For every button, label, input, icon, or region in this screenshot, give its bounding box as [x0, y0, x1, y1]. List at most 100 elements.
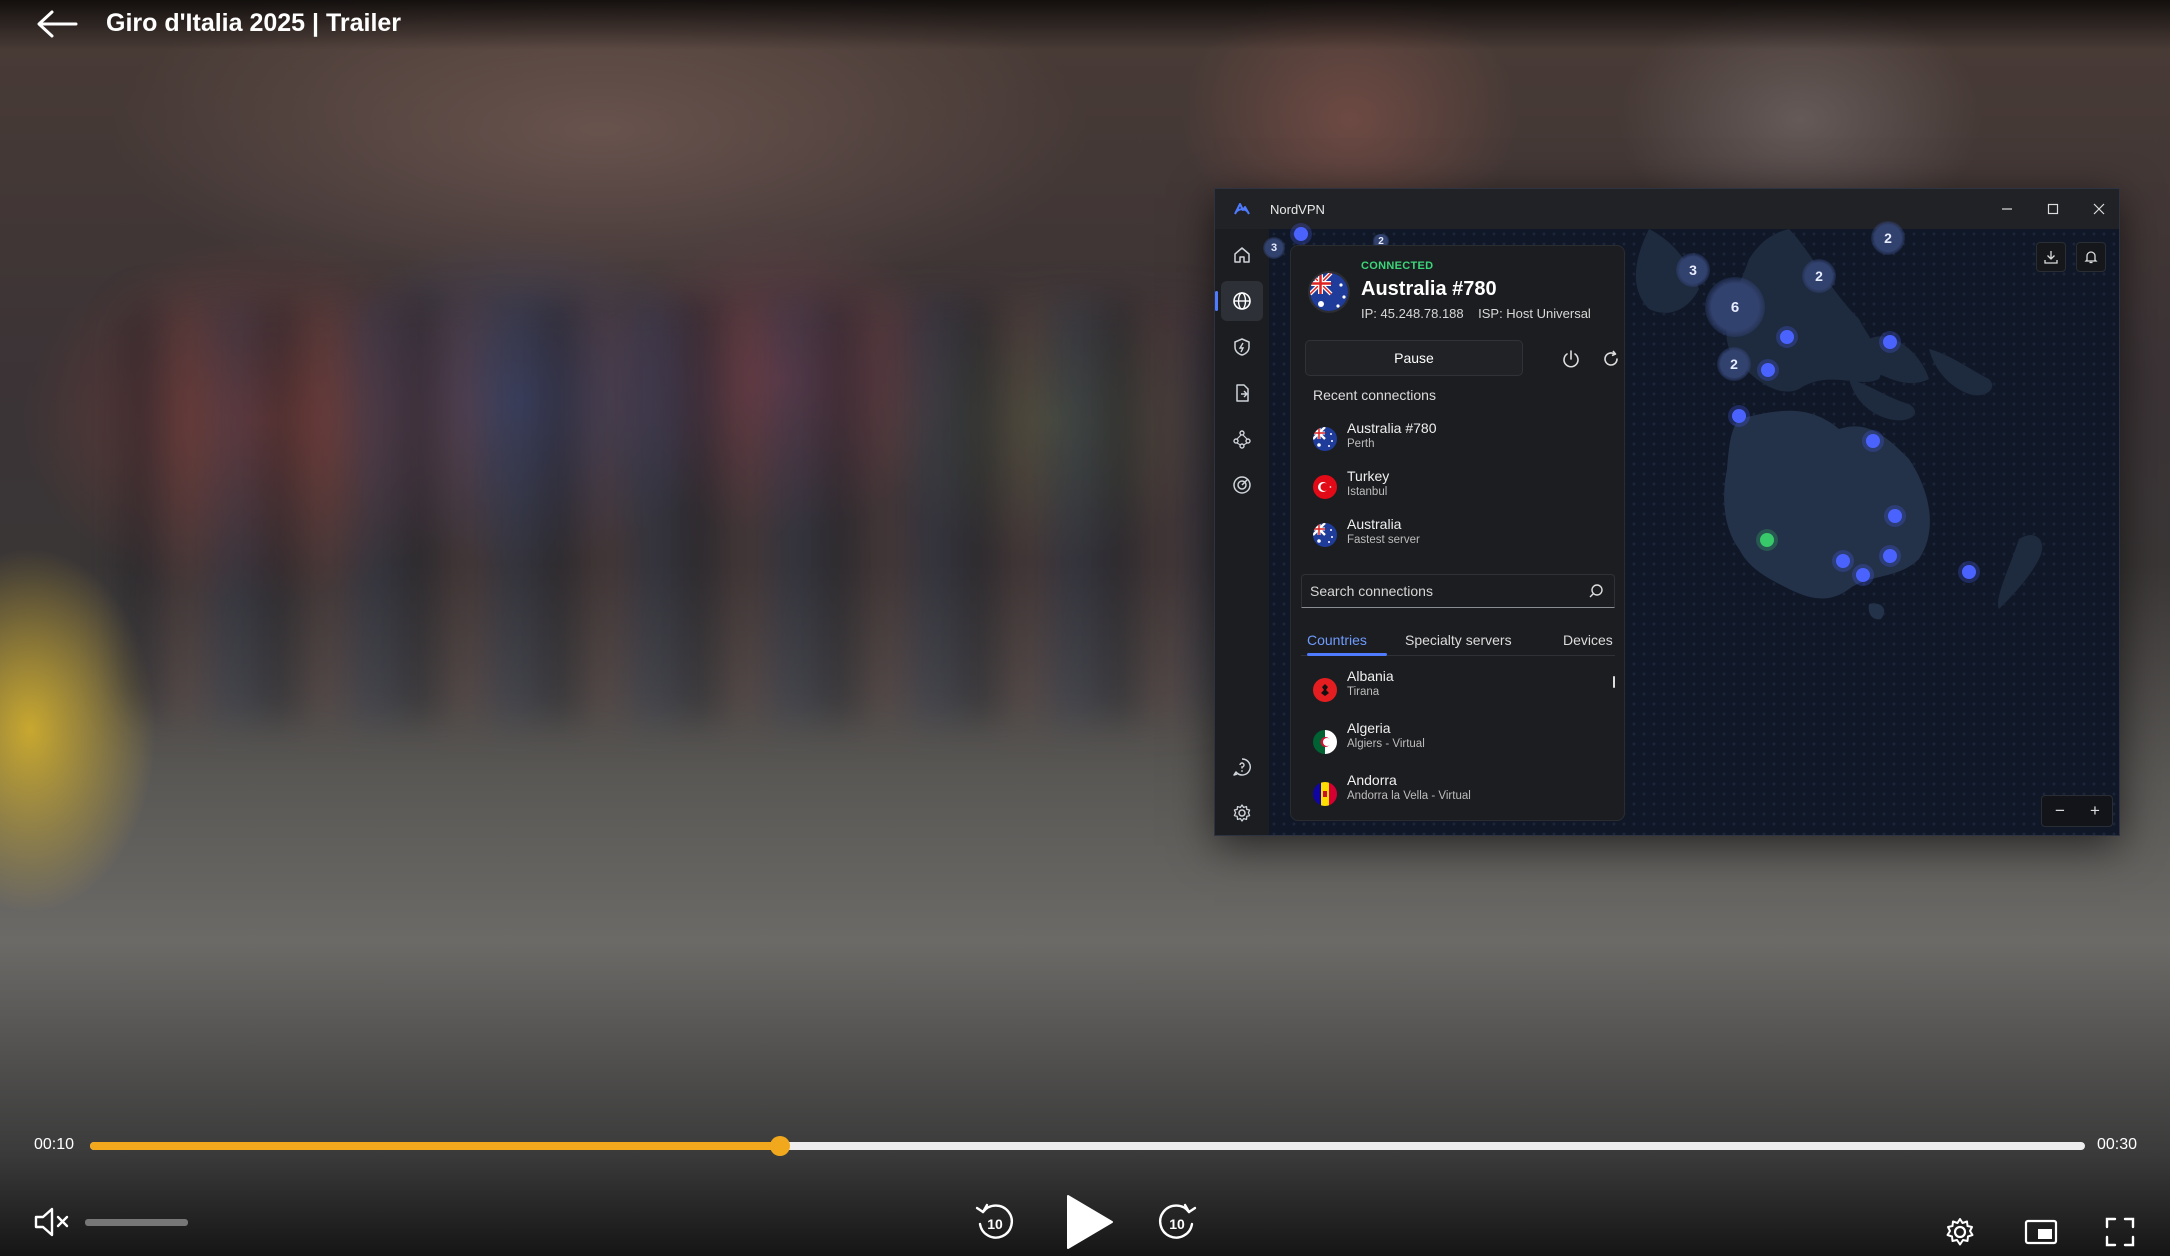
map-cluster[interactable]: 2: [1717, 347, 1751, 381]
close-icon: [2093, 203, 2105, 215]
recent-connection-item[interactable]: Australia #780 Perth: [1303, 418, 1613, 462]
country-item[interactable]: Andorra Andorra la Vella - Virtual: [1303, 770, 1603, 818]
refresh-icon: [1604, 350, 1618, 366]
sidebar-meshnet[interactable]: [1221, 419, 1263, 459]
country-item[interactable]: Algeria Algiers - Virtual: [1303, 718, 1603, 766]
server-location-dot[interactable]: [1962, 565, 1976, 579]
recent-connection-item[interactable]: Turkey Istanbul: [1303, 466, 1613, 510]
search-input[interactable]: [1302, 575, 1572, 607]
volume-slider[interactable]: [85, 1219, 188, 1226]
map-cluster[interactable]: 3: [1263, 237, 1285, 259]
tab-countries[interactable]: Countries: [1307, 632, 1367, 648]
zoom-in-button[interactable]: +: [2080, 801, 2110, 821]
recent-connection-item[interactable]: Australia Fastest server: [1303, 514, 1613, 558]
country-city: Andorra la Vella - Virtual: [1347, 790, 1471, 802]
vpn-sidebar: [1215, 229, 1269, 835]
picture-in-picture-button[interactable]: [2020, 1214, 2062, 1250]
picture-in-picture-icon: [2024, 1219, 2058, 1245]
sidebar-settings[interactable]: [1221, 793, 1263, 833]
mute-button[interactable]: [30, 1202, 74, 1242]
forward-10-label: 10: [1169, 1216, 1185, 1232]
settings-icon: [1233, 804, 1251, 822]
sidebar-help[interactable]: [1221, 747, 1263, 787]
server-location-dot[interactable]: [1883, 335, 1897, 349]
server-location-dot[interactable]: [1294, 227, 1308, 241]
map-cluster[interactable]: 2: [1802, 259, 1836, 293]
tab-devices[interactable]: Devices: [1563, 632, 1613, 648]
recent-connection-city: Istanbul: [1347, 486, 1388, 498]
tab-specialty-servers[interactable]: Specialty servers: [1405, 632, 1512, 648]
recent-connection-city: Fastest server: [1347, 534, 1420, 546]
sidebar-dark-web-monitor[interactable]: [1221, 465, 1263, 505]
download-icon: [2044, 251, 2058, 264]
mute-icon: [34, 1207, 69, 1237]
notifications-button[interactable]: [2076, 242, 2106, 272]
server-location-dot[interactable]: [1866, 434, 1880, 448]
video-title: Giro d'Italia 2025 | Trailer: [106, 9, 402, 37]
server-location-dot[interactable]: [1732, 409, 1746, 423]
recent-connection-name: Australia: [1347, 516, 1402, 532]
player-top-bar: Giro d'Italia 2025 | Trailer: [0, 0, 2170, 50]
recent-connection-name: Turkey: [1347, 468, 1390, 484]
rewind-10-button[interactable]: 10: [970, 1198, 1020, 1246]
progress-bar[interactable]: [90, 1136, 2085, 1156]
file-share-icon: [1236, 384, 1249, 402]
power-icon: [1563, 350, 1579, 368]
sidebar-servers[interactable]: [1215, 281, 1263, 321]
server-location-dot[interactable]: [1836, 554, 1850, 568]
rewind-10-icon: 10: [975, 1203, 1013, 1239]
server-location-dot[interactable]: [1856, 568, 1870, 582]
pause-button[interactable]: Pause: [1305, 340, 1523, 376]
search-connections: [1301, 574, 1615, 608]
download-button[interactable]: [2036, 242, 2066, 272]
back-arrow-icon: [37, 10, 78, 38]
forward-10-button[interactable]: 10: [1152, 1198, 1202, 1246]
server-location-dot[interactable]: [1761, 363, 1775, 377]
progress-fill: [90, 1142, 781, 1150]
target-icon: [1233, 476, 1251, 494]
server-location-dot[interactable]: [1888, 509, 1902, 523]
server-location-dot[interactable]: [1780, 330, 1794, 344]
connected-server-name: Australia #780: [1361, 278, 1497, 300]
recent-connections-title: Recent connections: [1313, 387, 1436, 403]
minimize-icon: [2002, 208, 2012, 210]
player-settings-button[interactable]: [1940, 1214, 1980, 1250]
home-icon: [1234, 247, 1250, 263]
country-name: Albania: [1347, 668, 1394, 684]
country-city: Tirana: [1347, 686, 1380, 698]
connection-status: CONNECTED: [1361, 260, 1434, 272]
country-list-scrollbar[interactable]: [1613, 676, 1615, 688]
back-button[interactable]: [34, 8, 80, 40]
globe-icon: [1233, 292, 1251, 310]
help-icon: [1233, 758, 1251, 776]
map-cluster[interactable]: 3: [1676, 253, 1710, 287]
disconnect-button[interactable]: [1556, 344, 1586, 374]
total-time: 00:30: [2097, 1136, 2138, 1153]
close-button[interactable]: [2077, 195, 2119, 223]
current-time: 00:10: [34, 1136, 75, 1153]
server-tabs: Countries Specialty servers Devices: [1301, 624, 1615, 656]
meshnet-icon: [1233, 430, 1251, 449]
map-cluster[interactable]: 2: [1871, 221, 1905, 255]
play-icon: [1067, 1195, 1113, 1249]
vpn-titlebar: NordVPN: [1215, 189, 2119, 229]
sidebar-file-share[interactable]: [1221, 373, 1263, 413]
connection-details: IP: 45.248.78.188 ISP: Host Universal: [1361, 306, 1591, 321]
map-cluster[interactable]: 6: [1705, 277, 1765, 337]
country-item[interactable]: Albania Tirana: [1303, 666, 1603, 714]
maximize-button[interactable]: [2031, 195, 2075, 223]
turkey-flag: [1313, 475, 1337, 499]
connected-location-dot[interactable]: [1760, 533, 1774, 547]
fullscreen-button[interactable]: [2100, 1214, 2140, 1250]
zoom-out-button[interactable]: −: [2045, 801, 2075, 821]
sidebar-threat-protection[interactable]: [1221, 327, 1263, 367]
server-location-dot[interactable]: [1883, 549, 1897, 563]
minimize-button[interactable]: [1985, 195, 2029, 223]
sidebar-home[interactable]: [1221, 235, 1263, 275]
forward-10-icon: 10: [1159, 1203, 1197, 1239]
search-icon[interactable]: [1588, 583, 1604, 599]
reconnect-button[interactable]: [1596, 344, 1626, 374]
rewind-10-label: 10: [987, 1216, 1003, 1232]
albania-flag: [1313, 678, 1337, 702]
play-button[interactable]: [1058, 1192, 1118, 1252]
